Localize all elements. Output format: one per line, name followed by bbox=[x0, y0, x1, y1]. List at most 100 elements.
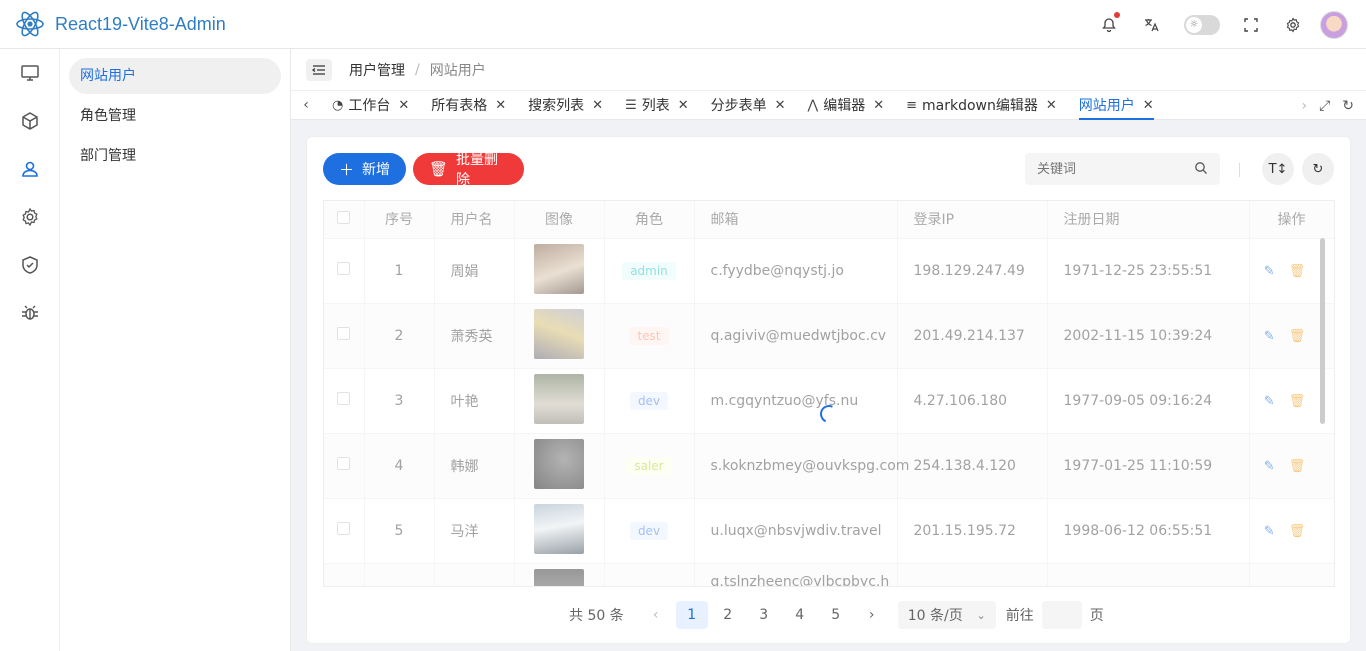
tab-editor[interactable]: ⋀ 编辑器 ✕ bbox=[797, 90, 896, 120]
edit-icon[interactable]: ✎ bbox=[1264, 394, 1275, 409]
page-number[interactable]: 1 bbox=[675, 601, 708, 629]
rail-item-components[interactable] bbox=[0, 97, 60, 145]
checkbox[interactable] bbox=[337, 262, 351, 275]
notification-button[interactable] bbox=[1098, 11, 1120, 36]
goto-page-input[interactable] bbox=[1041, 601, 1082, 629]
cell-no: 3 bbox=[364, 368, 435, 434]
cell-email: q.tslnzheenc@ylbcpbyc.h bbox=[694, 563, 898, 586]
density-button[interactable]: T↕ bbox=[1262, 153, 1294, 185]
table-header-row: 序号 用户名 图像 角色 邮箱 登录IP 注册日期 操作 bbox=[324, 201, 1334, 239]
tab-all-tables[interactable]: 所有表格 ✕ bbox=[420, 90, 517, 120]
page-size-select[interactable]: 10 条/页 ⌄ bbox=[897, 601, 996, 629]
refresh-icon[interactable]: ↻ bbox=[1342, 98, 1354, 114]
icon-rail bbox=[0, 49, 60, 651]
fullscreen-icon bbox=[1244, 17, 1258, 32]
prev-page-icon[interactable]: ‹ bbox=[640, 601, 672, 629]
tab-site-users[interactable]: 网站用户 ✕ bbox=[1068, 90, 1165, 120]
user-image[interactable] bbox=[534, 373, 584, 424]
logo[interactable]: React19-Vite8-Admin bbox=[0, 8, 226, 40]
table-scrollbar[interactable] bbox=[1320, 238, 1325, 424]
user-image[interactable] bbox=[534, 503, 584, 554]
close-icon[interactable]: ✕ bbox=[775, 98, 786, 113]
batch-delete-button[interactable]: 🗑 批量删除 bbox=[413, 152, 524, 188]
cell-ip bbox=[897, 563, 1048, 586]
checkbox[interactable] bbox=[337, 522, 351, 535]
translate-icon bbox=[1145, 18, 1159, 31]
fullscreen-button[interactable] bbox=[1240, 14, 1262, 36]
user-image[interactable] bbox=[534, 438, 584, 489]
tabs-scroll-right-icon[interactable]: › bbox=[1301, 98, 1307, 114]
edit-icon[interactable]: ✎ bbox=[1264, 459, 1275, 474]
tab-search-list[interactable]: 搜索列表 ✕ bbox=[517, 90, 614, 120]
edit-icon[interactable]: ✎ bbox=[1264, 524, 1275, 539]
next-page-icon[interactable]: › bbox=[856, 601, 888, 629]
cell-ip: 198.129.247.49 bbox=[897, 238, 1048, 304]
close-icon[interactable]: ✕ bbox=[1143, 98, 1154, 113]
cell-no: 1 bbox=[364, 238, 435, 304]
close-icon[interactable]: ✕ bbox=[1046, 98, 1057, 113]
bug-icon bbox=[22, 305, 38, 320]
settings-button[interactable] bbox=[1282, 14, 1304, 36]
avatar[interactable] bbox=[1320, 10, 1348, 39]
submenu-item-roles[interactable]: 角色管理 bbox=[69, 98, 281, 134]
rail-item-dashboard[interactable] bbox=[0, 49, 60, 97]
page-number[interactable]: 2 bbox=[712, 601, 744, 629]
add-button[interactable]: ＋新增 bbox=[323, 153, 406, 185]
rail-item-system[interactable] bbox=[0, 193, 60, 241]
delete-icon[interactable]: 🗑 bbox=[1289, 459, 1306, 474]
select-all-checkbox-cell[interactable] bbox=[324, 201, 365, 239]
page-number[interactable]: 3 bbox=[748, 601, 780, 629]
tab-step-form[interactable]: 分步表单 ✕ bbox=[700, 90, 797, 120]
rail-item-users[interactable] bbox=[0, 145, 60, 193]
search-icon[interactable] bbox=[1194, 161, 1208, 175]
role-tag bbox=[604, 563, 695, 586]
user-image[interactable] bbox=[534, 243, 584, 294]
column-header: 图像 bbox=[514, 201, 605, 239]
cell-date: 1977-09-05 09:16:24 bbox=[1047, 368, 1250, 434]
user-image[interactable] bbox=[534, 568, 584, 586]
checkbox[interactable] bbox=[337, 392, 351, 405]
close-icon[interactable]: ✕ bbox=[592, 98, 603, 113]
refresh-button[interactable]: ↻ bbox=[1302, 153, 1334, 185]
edit-icon[interactable]: ✎ bbox=[1264, 264, 1275, 279]
pagination-total: 共 50 条 bbox=[569, 608, 624, 624]
close-icon[interactable]: ✕ bbox=[873, 98, 884, 113]
submenu-item-site-users[interactable]: 网站用户 bbox=[69, 58, 281, 94]
cell-username: 叶艳 bbox=[434, 368, 515, 434]
user-image[interactable] bbox=[534, 308, 584, 359]
delete-icon[interactable]: 🗑 bbox=[1289, 394, 1306, 409]
rail-item-debug[interactable] bbox=[0, 289, 60, 337]
cell-email: c.fyydbe@nqystj.jo bbox=[694, 238, 898, 304]
checkbox[interactable] bbox=[337, 327, 351, 340]
close-icon[interactable]: ✕ bbox=[398, 98, 409, 113]
edit-icon[interactable]: ✎ bbox=[1264, 329, 1275, 344]
maximize-icon[interactable]: ⤢ bbox=[1319, 98, 1330, 114]
column-header: 序号 bbox=[364, 201, 435, 239]
page-number[interactable]: 5 bbox=[820, 601, 852, 629]
tab-dashboard[interactable]: ◔ 工作台 ✕ bbox=[321, 90, 420, 120]
tab-markdown-editor[interactable]: ≡ markdown编辑器 ✕ bbox=[895, 90, 1068, 120]
collapse-sidebar-button[interactable] bbox=[306, 58, 332, 81]
delete-icon[interactable]: 🗑 bbox=[1289, 264, 1306, 279]
close-icon[interactable]: ✕ bbox=[678, 98, 689, 113]
language-button[interactable] bbox=[1140, 14, 1162, 36]
delete-icon[interactable]: 🗑 bbox=[1289, 329, 1306, 344]
breadcrumb-parent[interactable]: 用户管理 bbox=[349, 60, 405, 80]
rail-item-permission[interactable] bbox=[0, 241, 60, 289]
checkbox[interactable] bbox=[337, 210, 351, 224]
checkbox[interactable] bbox=[337, 457, 351, 470]
close-icon[interactable]: ✕ bbox=[495, 98, 506, 113]
list-icon: ≡ bbox=[906, 97, 918, 113]
role-tag: dev bbox=[629, 391, 669, 410]
tabs-scroll-left-icon[interactable]: ‹ bbox=[291, 90, 321, 120]
cell-username: 韩娜 bbox=[434, 433, 515, 499]
cell-email: m.cgqyntzuo@yfs.nu bbox=[694, 368, 898, 434]
theme-toggle[interactable]: ☼ bbox=[1184, 14, 1220, 35]
submenu-item-departments[interactable]: 部门管理 bbox=[69, 138, 281, 174]
page-number[interactable]: 4 bbox=[784, 601, 816, 629]
cell-no: 2 bbox=[364, 303, 435, 369]
top-header: React19-Vite8-Admin ☼ bbox=[0, 0, 1366, 49]
keyword-input[interactable] bbox=[1037, 161, 1177, 177]
delete-icon[interactable]: 🗑 bbox=[1289, 524, 1306, 539]
tab-list[interactable]: ☰ 列表 ✕ bbox=[614, 90, 700, 120]
